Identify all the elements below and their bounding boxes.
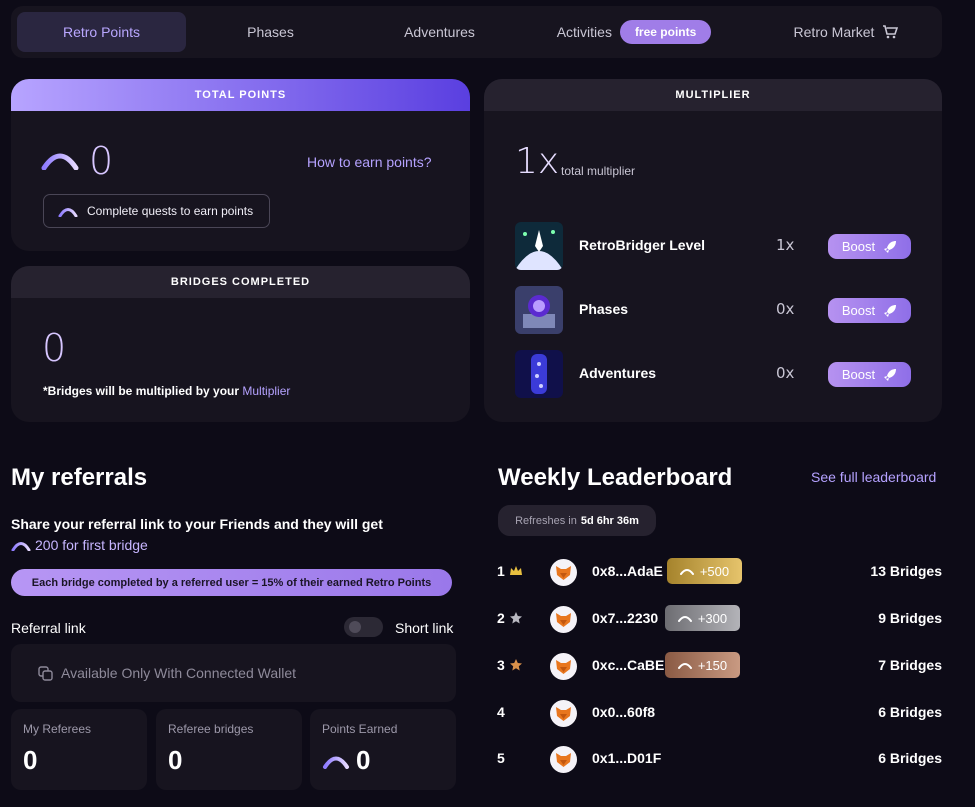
points-badge-bronze: +150	[665, 652, 740, 678]
free-points-badge[interactable]: free points	[619, 20, 712, 44]
crown-icon	[510, 566, 522, 575]
leaderboard-row[interactable]: 5 0x1...D01F 6 Bridges	[497, 745, 942, 773]
stat-referee-bridges: Referee bridges 0	[156, 709, 302, 790]
multiplier-row-level: RetroBridger Level 1x Boost	[515, 222, 911, 270]
total-multiplier-label: total multiplier	[561, 164, 636, 178]
bridges-completed-value: 0	[42, 326, 67, 370]
multiplier-header: MULTIPLIER	[484, 79, 942, 111]
referral-bonus: 200 for first bridge	[11, 537, 148, 553]
retrobridger-level-image	[515, 222, 563, 270]
fox-avatar-icon	[550, 746, 577, 773]
top-nav: Retro Points Phases Adventures Activitie…	[11, 6, 942, 58]
referral-banner: Each bridge completed by a referred user…	[11, 569, 452, 596]
short-link-label: Short link	[395, 620, 454, 636]
leaderboard-row[interactable]: 3 0xc...CaBE +150 7 Bridges	[497, 652, 942, 680]
how-to-earn-link[interactable]: How to earn points?	[307, 154, 432, 170]
cart-icon	[883, 25, 899, 39]
retro-points-icon	[677, 663, 692, 669]
leaderboard-title: Weekly Leaderboard	[498, 464, 733, 491]
boost-button-adventures[interactable]: Boost	[828, 362, 911, 387]
total-multiplier-value: 1x	[515, 141, 560, 182]
star-icon	[510, 659, 522, 671]
total-points-value: 0	[89, 139, 114, 183]
leaderboard-row[interactable]: 1 0x8...AdaE +500 13 Bridges	[497, 558, 942, 586]
referrals-title: My referrals	[11, 464, 148, 491]
complete-quests-button[interactable]: Complete quests to earn points	[43, 194, 270, 228]
phases-image	[515, 286, 563, 334]
bridges-completed-header: BRIDGES COMPLETED	[11, 266, 470, 298]
star-icon	[510, 612, 522, 624]
total-points-card: TOTAL POINTS 0 How to earn points? Compl…	[11, 79, 470, 251]
retro-points-icon	[679, 569, 694, 575]
retro-points-icon	[41, 153, 79, 170]
multiplier-link[interactable]: Multiplier	[242, 384, 290, 398]
multiplier-card: MULTIPLIER 1x total multiplier RetroBrid…	[484, 79, 942, 422]
tab-adventures[interactable]: Adventures	[355, 12, 524, 52]
tab-activities[interactable]: Activities free points	[524, 12, 744, 52]
short-link-toggle[interactable]	[344, 617, 383, 637]
refresh-countdown: Refreshes in 5d 6hr 36m	[498, 505, 656, 536]
rocket-icon	[884, 240, 897, 253]
fox-avatar-icon	[550, 606, 577, 633]
tab-retro-market[interactable]: Retro Market	[756, 12, 936, 52]
adventures-image	[515, 350, 563, 398]
stat-points-earned: Points Earned 0	[310, 709, 456, 790]
copy-icon	[38, 665, 53, 681]
rocket-icon	[884, 304, 897, 317]
boost-button-phases[interactable]: Boost	[828, 298, 911, 323]
bridges-note: *Bridges will be multiplied by your Mult…	[43, 384, 291, 398]
points-badge-gold: +500	[667, 558, 742, 584]
tab-phases[interactable]: Phases	[186, 12, 355, 52]
leaderboard-row[interactable]: 4 0x0...60f8 6 Bridges	[497, 699, 942, 727]
rocket-icon	[884, 368, 897, 381]
tab-retro-points[interactable]: Retro Points	[17, 12, 186, 52]
stat-my-referees: My Referees 0	[11, 709, 147, 790]
fox-avatar-icon	[550, 559, 577, 586]
referrals-share-text: Share your referral link to your Friends…	[11, 516, 383, 532]
referral-link-label: Referral link	[11, 620, 86, 636]
see-full-leaderboard-link[interactable]: See full leaderboard	[811, 469, 936, 485]
bridges-completed-card: BRIDGES COMPLETED 0 *Bridges will be mul…	[11, 266, 470, 422]
retro-points-icon	[11, 542, 31, 551]
multiplier-row-adventures: Adventures 0x Boost	[515, 350, 911, 398]
referral-link-box[interactable]: Available Only With Connected Wallet	[11, 644, 456, 702]
fox-avatar-icon	[550, 653, 577, 680]
boost-button-level[interactable]: Boost	[828, 234, 911, 259]
fox-avatar-icon	[550, 700, 577, 727]
retro-points-icon	[323, 756, 349, 769]
points-badge-silver: +300	[665, 605, 740, 631]
multiplier-row-phases: Phases 0x Boost	[515, 286, 911, 334]
leaderboard-row[interactable]: 2 0x7...2230 +300 9 Bridges	[497, 605, 942, 633]
total-points-header: TOTAL POINTS	[11, 79, 470, 111]
retro-points-icon	[58, 208, 78, 217]
retro-points-icon	[677, 616, 692, 622]
